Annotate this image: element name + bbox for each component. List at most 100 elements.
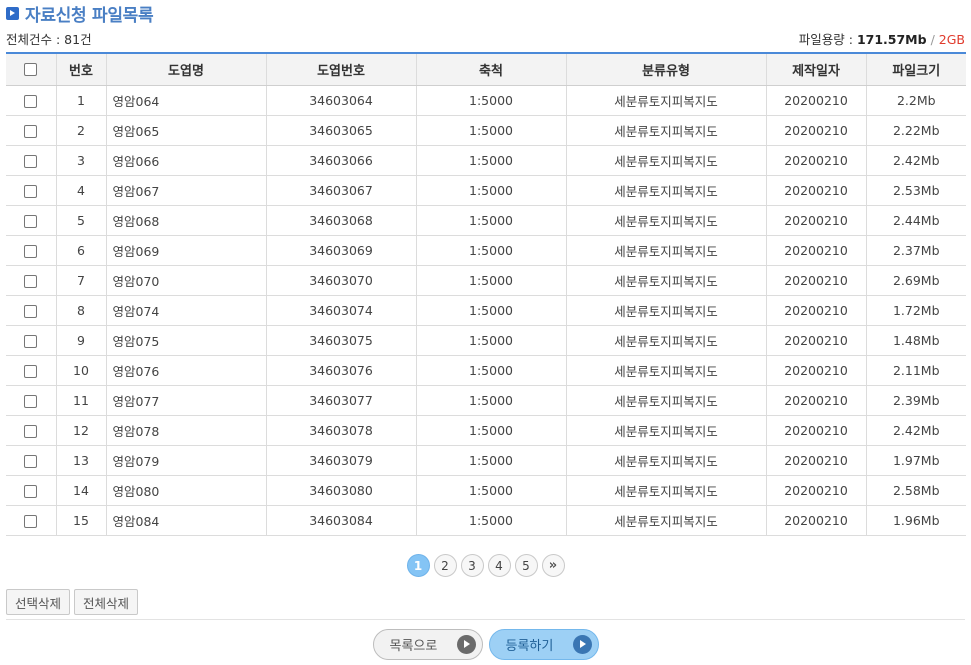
row-sheet-name: 영암064	[105, 85, 266, 116]
row-number: 12	[55, 415, 106, 446]
header-file-size: 파일크기	[865, 52, 966, 86]
row-select-cell	[6, 115, 56, 146]
row-date: 20200210	[765, 325, 866, 356]
row-date: 20200210	[765, 235, 866, 266]
next-pages-button[interactable]: »	[541, 554, 565, 577]
table-row: 10 영암076 34603076 1:5000 세분류토지피복지도 20200210 2.…	[6, 355, 966, 386]
table-row: 13 영암079 34603079 1:5000 세분류토지피복지도 20200210 1.…	[6, 445, 966, 476]
row-scale: 1:5000	[415, 145, 566, 176]
row-checkbox[interactable]	[24, 214, 38, 228]
row-scale: 1:5000	[415, 475, 566, 506]
page-button-3[interactable]: 3	[460, 554, 484, 577]
file-size-used: 171.57Mb	[856, 31, 927, 47]
table-row: 4 영암067 34603067 1:5000 세분류토지피복지도 20200210 2.5…	[6, 175, 966, 206]
row-number: 7	[55, 265, 106, 296]
row-number: 10	[55, 355, 106, 386]
page-title: 자료신청 파일목록	[25, 5, 154, 26]
row-scale: 1:5000	[415, 265, 566, 296]
row-category: 세분류토지피복지도	[565, 475, 766, 506]
row-checkbox[interactable]	[24, 124, 38, 138]
row-checkbox[interactable]	[24, 484, 38, 498]
row-checkbox[interactable]	[24, 184, 38, 198]
pagination: 1 2 3 4 5 »	[0, 554, 971, 577]
row-checkbox[interactable]	[24, 394, 38, 408]
table-row: 5 영암068 34603068 1:5000 세분류토지피복지도 20200210 2.4…	[6, 205, 966, 236]
row-number: 11	[55, 385, 106, 416]
page-button-2[interactable]: 2	[433, 554, 457, 577]
row-checkbox[interactable]	[24, 514, 38, 528]
row-file-size: 1.72Mb	[865, 295, 966, 326]
row-number: 6	[55, 235, 106, 266]
row-file-size: 2.11Mb	[865, 355, 966, 386]
row-checkbox[interactable]	[24, 304, 38, 318]
header-no: 번호	[55, 52, 106, 86]
row-select-cell	[6, 325, 56, 356]
row-sheet-name: 영암065	[105, 115, 266, 146]
register-button[interactable]: 등록하기	[488, 629, 599, 660]
row-sheet-number: 34603068	[265, 205, 416, 236]
table-row: 6 영암069 34603069 1:5000 세분류토지피복지도 20200210 2.3…	[6, 235, 966, 266]
row-scale: 1:5000	[415, 505, 566, 536]
row-category: 세분류토지피복지도	[565, 85, 766, 116]
row-checkbox[interactable]	[24, 334, 38, 348]
row-number: 5	[55, 205, 106, 236]
row-number: 15	[55, 505, 106, 536]
back-to-list-button[interactable]: 목록으로	[372, 629, 483, 660]
table-row: 3 영암066 34603066 1:5000 세분류토지피복지도 20200210 2.4…	[6, 145, 966, 176]
row-checkbox[interactable]	[24, 424, 38, 438]
play-circle-icon	[456, 635, 476, 654]
row-select-cell	[6, 445, 56, 476]
row-sheet-number: 34603065	[265, 115, 416, 146]
row-sheet-name: 영암076	[105, 355, 266, 386]
back-to-list-label: 목록으로	[389, 639, 438, 654]
row-sheet-name: 영암078	[105, 415, 266, 446]
row-number: 14	[55, 475, 106, 506]
table-row: 1 영암064 34603064 1:5000 세분류토지피복지도 20200210 2.2…	[6, 85, 966, 116]
row-checkbox[interactable]	[24, 274, 38, 288]
page-button-4[interactable]: 4	[487, 554, 511, 577]
delete-selected-button[interactable]: 선택삭제	[6, 589, 71, 615]
file-size-label: 파일용량 :	[798, 31, 857, 47]
row-checkbox[interactable]	[24, 94, 38, 108]
row-scale: 1:5000	[415, 445, 566, 476]
play-circle-icon	[572, 635, 592, 654]
row-checkbox[interactable]	[24, 364, 38, 378]
play-bullet-icon	[6, 6, 19, 20]
header-sheet-name: 도엽명	[105, 52, 266, 86]
row-number: 4	[55, 175, 106, 206]
page-title-row: 자료신청 파일목록	[6, 2, 154, 26]
table-row: 14 영암080 34603080 1:5000 세분류토지피복지도 20200210 2.…	[6, 475, 966, 506]
row-category: 세분류토지피복지도	[565, 415, 766, 446]
row-select-cell	[6, 265, 56, 296]
row-date: 20200210	[765, 85, 866, 116]
row-number: 8	[55, 295, 106, 326]
row-checkbox[interactable]	[24, 454, 38, 468]
row-file-size: 2.42Mb	[865, 145, 966, 176]
header-sheet-number: 도엽번호	[265, 52, 416, 86]
row-scale: 1:5000	[415, 385, 566, 416]
table-row: 8 영암074 34603074 1:5000 세분류토지피복지도 20200210 1.7…	[6, 295, 966, 326]
row-date: 20200210	[765, 415, 866, 446]
row-file-size: 2.37Mb	[865, 235, 966, 266]
page-button-1[interactable]: 1	[406, 554, 430, 577]
row-checkbox[interactable]	[24, 154, 38, 168]
row-select-cell	[6, 205, 56, 236]
row-category: 세분류토지피복지도	[565, 295, 766, 326]
select-all-checkbox[interactable]	[24, 62, 38, 76]
row-number: 2	[55, 115, 106, 146]
file-size-separator: /	[930, 31, 935, 47]
row-file-size: 1.48Mb	[865, 325, 966, 356]
row-category: 세분류토지피복지도	[565, 175, 766, 206]
table-row: 12 영암078 34603078 1:5000 세분류토지피복지도 20200210 2.…	[6, 415, 966, 446]
row-select-cell	[6, 235, 56, 266]
row-category: 세분류토지피복지도	[565, 445, 766, 476]
header-select-all	[6, 52, 56, 86]
row-checkbox[interactable]	[24, 244, 38, 258]
row-select-cell	[6, 145, 56, 176]
delete-all-button[interactable]: 전체삭제	[74, 589, 139, 615]
row-number: 13	[55, 445, 106, 476]
row-category: 세분류토지피복지도	[565, 115, 766, 146]
page-button-5[interactable]: 5	[514, 554, 538, 577]
divider	[6, 619, 965, 620]
row-sheet-name: 영암077	[105, 385, 266, 416]
